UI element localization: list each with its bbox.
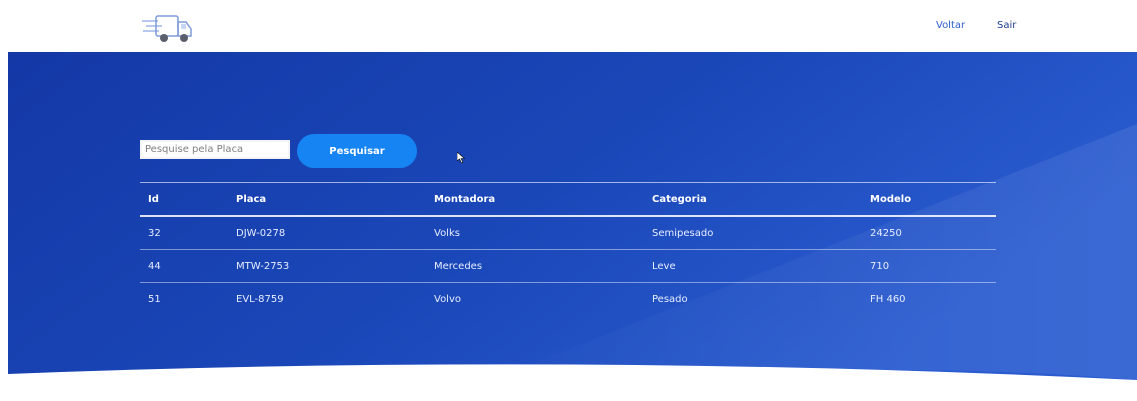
column-header-categoria[interactable]: Categoria [644,183,862,217]
cell-id: 44 [148,260,161,272]
cell-placa: EVL-8759 [236,293,284,305]
column-header-placa[interactable]: Placa [228,183,426,217]
mouse-cursor-icon [457,152,465,163]
search-plate-input[interactable] [140,140,290,159]
cell-placa: MTW-2753 [236,260,290,272]
cell-modelo: FH 460 [870,293,906,305]
table-row[interactable]: 51 EVL-8759 Volvo Pesado FH 460 [140,283,996,316]
hero-section: Pesquisar Id Placa Montadora Categoria M… [8,52,1137,401]
cell-categoria: Leve [652,260,676,272]
truck-logo-icon[interactable] [140,10,198,48]
cell-montadora: Mercedes [434,260,483,272]
cell-modelo: 24250 [870,227,902,239]
vehicle-table: Id Placa Montadora Categoria Modelo 32 D… [140,182,996,315]
table-row[interactable]: 44 MTW-2753 Mercedes Leve 710 [140,250,996,283]
column-header-modelo[interactable]: Modelo [862,183,996,217]
page: Voltar Sair Pesquisar [0,0,1137,401]
voltar-link[interactable]: Voltar [936,20,965,31]
cell-id: 51 [148,293,161,305]
table-row[interactable]: 32 DJW-0278 Volks Semipesado 24250 [140,216,996,250]
search-button[interactable]: Pesquisar [297,134,417,168]
cell-id: 32 [148,227,161,239]
cell-montadora: Volvo [434,293,461,305]
cell-montadora: Volks [434,227,460,239]
cell-modelo: 710 [870,260,890,272]
column-header-id[interactable]: Id [140,183,228,217]
cell-placa: DJW-0278 [236,227,286,239]
table-header-row: Id Placa Montadora Categoria Modelo [140,182,996,217]
sair-link[interactable]: Sair [997,20,1016,31]
cell-categoria: Pesado [652,293,688,305]
cell-categoria: Semipesado [652,227,714,239]
top-header: Voltar Sair [0,0,1137,52]
column-header-montadora[interactable]: Montadora [426,183,644,217]
